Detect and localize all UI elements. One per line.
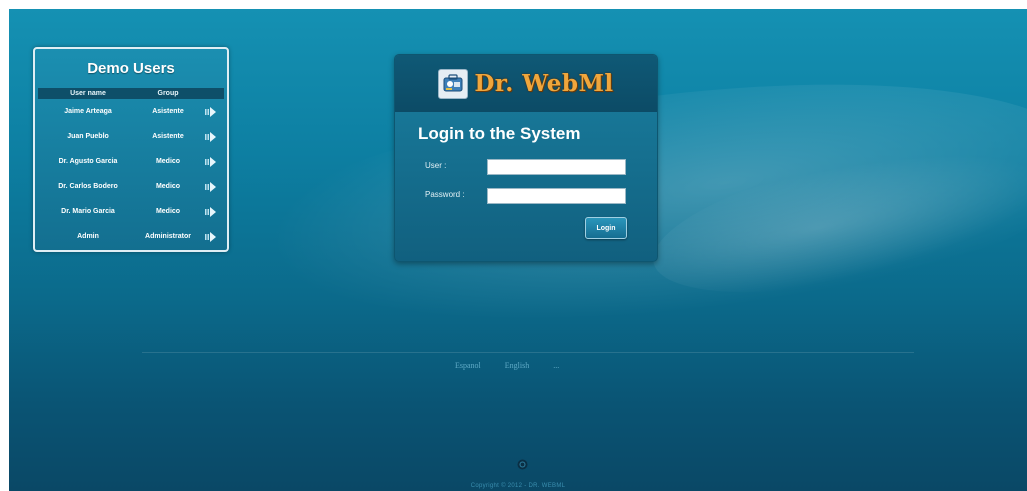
arrow-right-icon[interactable] bbox=[205, 106, 217, 117]
demo-user-name: Dr. Carlos Bodero bbox=[58, 183, 118, 190]
demo-user-group: Medico bbox=[155, 158, 181, 165]
demo-user-name: Admin bbox=[77, 233, 99, 240]
demo-user-name: Dr. Mario Garcia bbox=[61, 208, 115, 215]
copyright-text: Copyright © 2012 - DR. WEBML bbox=[470, 483, 566, 489]
demo-user-row[interactable]: Dr. Mario Garcia Medico bbox=[38, 199, 224, 224]
language-link-english[interactable]: English bbox=[505, 361, 529, 373]
password-input[interactable] bbox=[487, 188, 626, 204]
footer-divider bbox=[142, 352, 914, 353]
user-label: User : bbox=[425, 161, 447, 170]
demo-user-row[interactable]: Jaime Arteaga Asistente bbox=[38, 99, 224, 124]
arrow-right-icon[interactable] bbox=[205, 231, 217, 242]
login-title: Login to the System bbox=[418, 124, 581, 143]
page-background: Demo Users User name Group Jaime Arteaga… bbox=[9, 9, 1027, 491]
arrow-right-icon[interactable] bbox=[205, 206, 217, 217]
password-label: Password : bbox=[425, 190, 465, 199]
column-header-username: User name bbox=[70, 90, 106, 97]
language-links: Espanol English ... bbox=[455, 361, 559, 373]
login-button[interactable]: Login bbox=[585, 217, 627, 239]
demo-user-name: Jaime Arteaga bbox=[64, 108, 112, 115]
arrow-right-icon[interactable] bbox=[205, 156, 217, 167]
medical-kit-icon bbox=[438, 68, 469, 99]
demo-user-row[interactable]: Admin Administrator bbox=[38, 224, 224, 249]
demo-user-name: Juan Pueblo bbox=[67, 133, 109, 140]
demo-user-group: Asistente bbox=[152, 133, 184, 140]
demo-users-header: User name Group bbox=[38, 88, 224, 99]
arrow-right-icon[interactable] bbox=[205, 131, 217, 142]
footer-logo-icon bbox=[517, 457, 528, 470]
demo-user-group: Medico bbox=[155, 208, 181, 215]
language-link-espanol[interactable]: Espanol bbox=[455, 361, 481, 373]
demo-user-group: Asistente bbox=[152, 108, 184, 115]
demo-user-name: Dr. Agusto Garcia bbox=[58, 158, 118, 165]
demo-user-group: Administrator bbox=[145, 233, 191, 240]
column-header-group: Group bbox=[157, 90, 179, 97]
demo-user-row[interactable]: Dr. Carlos Bodero Medico bbox=[38, 174, 224, 199]
demo-user-group: Medico bbox=[155, 183, 181, 190]
demo-users-panel: Demo Users User name Group Jaime Arteaga… bbox=[33, 47, 229, 252]
login-header: Dr. WebMl bbox=[395, 55, 657, 112]
password-field-row: Password : bbox=[425, 188, 626, 204]
language-link-more[interactable]: ... bbox=[553, 361, 559, 373]
user-input[interactable] bbox=[487, 159, 626, 175]
user-field-row: User : bbox=[425, 159, 626, 175]
demo-user-row[interactable]: Juan Pueblo Asistente bbox=[38, 124, 224, 149]
demo-users-title: Demo Users bbox=[87, 60, 175, 77]
login-panel: Dr. WebMl Login to the System User : Pas… bbox=[394, 54, 658, 262]
arrow-right-icon[interactable] bbox=[205, 181, 217, 192]
demo-user-row[interactable]: Dr. Agusto Garcia Medico bbox=[38, 149, 224, 174]
app-logo-text: Dr. WebMl bbox=[474, 70, 614, 97]
